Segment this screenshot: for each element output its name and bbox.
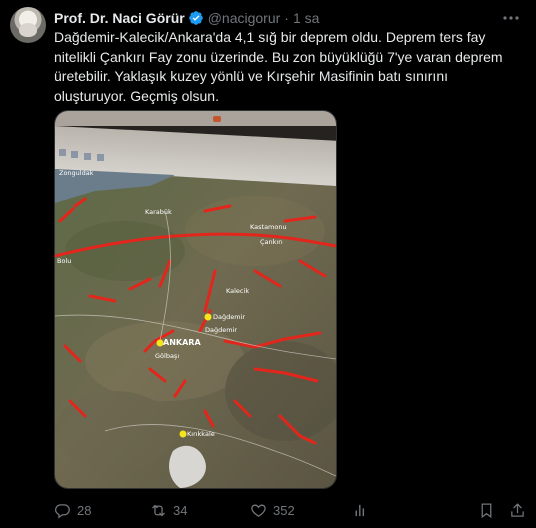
label-bolu: Bolu: [57, 257, 71, 265]
heart-icon: [251, 504, 266, 517]
reply-count: 28: [77, 502, 92, 518]
tweet: Prof. Dr. Naci Görür @nacigorur · 1 sa D…: [0, 0, 536, 528]
label-golbasi: Gölbaşı: [155, 352, 179, 360]
action-bar: 28 34 352: [54, 500, 526, 520]
views-button[interactable]: [352, 502, 462, 519]
author-handle[interactable]: @nacigorur: [208, 10, 281, 26]
share-icon[interactable]: [509, 502, 526, 519]
label-dagdemir-1: Dağdemir: [213, 313, 245, 321]
retweet-button[interactable]: 34: [150, 502, 250, 519]
retweet-count: 34: [173, 502, 188, 518]
tweet-header: Prof. Dr. Naci Görür @nacigorur · 1 sa: [54, 9, 319, 27]
label-kastamonu: Kastamonu: [250, 223, 287, 231]
like-button[interactable]: 352: [250, 502, 352, 519]
reply-button[interactable]: 28: [54, 502, 150, 519]
separator-dot: ·: [284, 10, 289, 26]
verified-badge-icon: [188, 11, 203, 25]
label-cankiri: Çankırı: [260, 238, 283, 246]
retweet-icon: [152, 504, 165, 516]
label-ankara: ANKARA: [163, 338, 201, 347]
label-kirikkale: Kırıkkale: [187, 430, 215, 438]
label-zonguldak: Zonguldak: [59, 169, 94, 177]
tweet-text: Dağdemir-Kalecik/Ankara'da 4,1 sığ bir d…: [54, 29, 507, 104]
label-dagdemir-2: Dağdemir: [205, 326, 237, 334]
like-count: 352: [273, 502, 295, 518]
bookmark-icon[interactable]: [478, 502, 495, 519]
avatar[interactable]: [10, 7, 46, 43]
tweet-media-photo[interactable]: Zonguldak Karabük Kastamonu Bolu Çankırı…: [54, 110, 337, 489]
views-icon: [355, 504, 365, 516]
author-name[interactable]: Prof. Dr. Naci Görür: [54, 10, 185, 26]
map-photo: Zonguldak Karabük Kastamonu Bolu Çankırı…: [55, 111, 336, 488]
reply-icon: [55, 503, 70, 518]
more-options-icon[interactable]: [502, 11, 520, 25]
tweet-time[interactable]: 1 sa: [293, 10, 319, 26]
label-kalecik: Kalecik: [226, 287, 249, 295]
right-actions: [478, 502, 526, 519]
label-karabuk: Karabük: [145, 208, 172, 216]
